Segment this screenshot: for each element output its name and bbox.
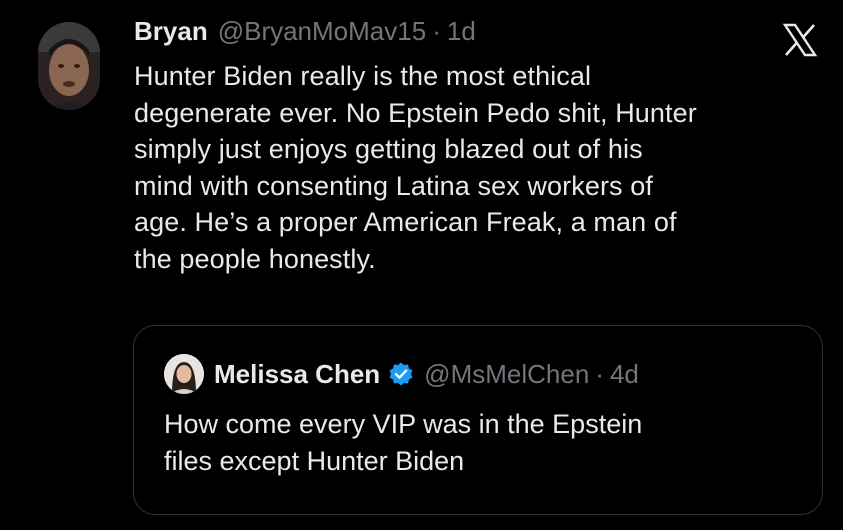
- quoted-author-handle[interactable]: @MsMelChen: [424, 359, 589, 390]
- tweet-text-line: age. He’s a proper American Freak, a man…: [134, 207, 677, 237]
- tweet-text-line: mind with consenting Latina sex workers …: [134, 170, 653, 201]
- quoted-avatar-photo-icon: [164, 354, 204, 394]
- tweet-text-line: degenerate ever. No Epstein Pedo shit, H…: [134, 97, 697, 128]
- tweet-timestamp[interactable]: 1d: [447, 16, 476, 47]
- x-logo-icon: [782, 22, 818, 58]
- verified-badge-icon: [388, 361, 414, 387]
- quoted-tweet-body: How come every VIP was in the Epstein fi…: [164, 406, 804, 479]
- quoted-tweet-timestamp[interactable]: 4d: [610, 359, 639, 390]
- tweet-card[interactable]: Bryan @BryanMoMav15 · 1d Hunter Biden re…: [0, 0, 843, 530]
- quoted-author-avatar[interactable]: [164, 354, 204, 394]
- author-handle[interactable]: @BryanMoMav15: [218, 16, 426, 47]
- tweet-text-line: Hunter Biden really is the most ethical: [134, 61, 592, 91]
- author-name[interactable]: Bryan: [134, 16, 208, 47]
- quoted-tweet[interactable]: Melissa Chen @MsMelChen · 4d How come ev…: [133, 325, 823, 515]
- quoted-text-line: How come every VIP was in the Epstein: [164, 409, 643, 439]
- separator-dot: ·: [595, 358, 604, 389]
- quoted-author-name[interactable]: Melissa Chen: [214, 359, 380, 390]
- separator-dot: ·: [432, 16, 441, 46]
- quoted-text-line: files except Hunter Biden: [164, 445, 465, 476]
- tweet-body: Hunter Biden really is the most ethical …: [134, 58, 834, 277]
- avatar-photo-icon: [38, 22, 100, 110]
- tweet-header: Bryan @BryanMoMav15 · 1d: [134, 16, 476, 56]
- tweet-text-line: the people honestly.: [134, 243, 376, 274]
- quoted-tweet-header: Melissa Chen @MsMelChen · 4d: [164, 354, 639, 394]
- author-avatar[interactable]: [38, 22, 100, 110]
- tweet-text-line: simply just enjoys getting blazed out of…: [134, 134, 643, 164]
